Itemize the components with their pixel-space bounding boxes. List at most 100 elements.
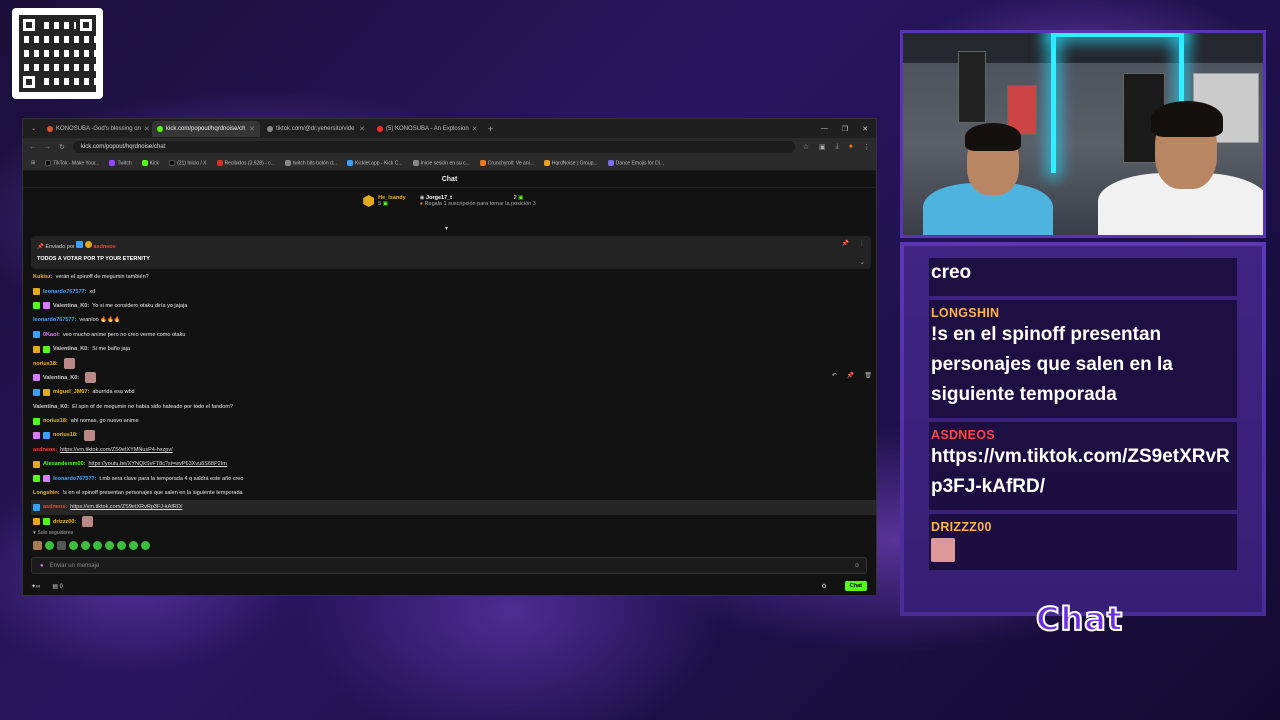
chat-message[interactable]: leonardo767577: t.mb sera clave para la t… (31, 471, 876, 485)
emote-icon[interactable] (129, 541, 138, 550)
chat-username[interactable]: Valentina_K0: (43, 375, 79, 381)
chat-username[interactable]: Alexandersm00: (43, 461, 86, 467)
leaderboard-first[interactable]: He_isandy 5 ▣ (363, 195, 406, 207)
bookmark-item[interactable]: Recibidos (3,628) - c... (216, 159, 275, 166)
new-tab-icon[interactable]: + (482, 124, 499, 134)
chat-message[interactable]: miguel_JM07: aburrida esa wbd (31, 385, 876, 399)
chat-username[interactable]: asdneos: (33, 447, 57, 453)
pin-message-icon[interactable]: 📌 (847, 372, 854, 379)
chat-message[interactable]: norius18: ahí nomas, go nuevo anime (31, 414, 876, 428)
browser-tab[interactable]: (5) KONOSUBA - An Explosion ✕ (372, 121, 480, 137)
url-field[interactable]: kick.com/popout/hqrdnoise/chat (72, 141, 795, 153)
chat-message[interactable]: leonardo767577: xd (31, 284, 876, 298)
chat-message[interactable]: Kukisz: verán el spinoff de megumin tambi… (31, 270, 876, 284)
browser-tab-active[interactable]: kick.com/popout/hqrdnoise/ch ✕ (152, 120, 261, 137)
chat-username[interactable]: norius18: (43, 418, 68, 424)
bookmark-item[interactable]: TikTok - Make Your... (45, 159, 99, 166)
chat-message[interactable]: leonardo767577: veanloo 🔥🔥🔥 (31, 313, 876, 327)
emote-icon[interactable] (81, 541, 90, 550)
chat-link[interactable]: https://youtu.be/XYNQkSvFT8c?si=wvP63Xvu… (89, 461, 227, 467)
chat-message[interactable]: Valentina_K0: Yo si me considero otaku di… (31, 299, 876, 313)
back-icon[interactable]: ← (29, 144, 36, 151)
emote-icon[interactable] (45, 541, 54, 550)
bookmark-item[interactable]: twitch bits botón d... (284, 159, 337, 166)
emote-icon[interactable] (93, 541, 102, 550)
collapse-arrow-icon[interactable]: ▾ (445, 225, 448, 232)
emote-icon[interactable] (57, 541, 66, 550)
pinned-message[interactable]: 📌 Enviado por asdneos TODOS A VOTAR POR … (31, 236, 871, 269)
chat-username[interactable]: 0Kaol: (43, 332, 60, 338)
chat-username[interactable]: Valentina_K0: (53, 346, 89, 352)
chat-message[interactable]: 0Kaol: veo mucho anime pero no creo verme… (31, 328, 876, 342)
more-icon[interactable]: ⋮ (859, 240, 865, 247)
emote-icon[interactable] (33, 541, 42, 550)
emote-icon[interactable] (141, 541, 150, 550)
kick-points-icon[interactable]: ✦∞ (31, 583, 40, 590)
settings-gear-icon[interactable]: ⚙ (821, 583, 826, 590)
forward-icon[interactable]: → (44, 144, 51, 151)
tab-search-icon[interactable]: ⌄ (27, 125, 40, 132)
emote-icon[interactable] (69, 541, 78, 550)
chat-username[interactable]: Longshin: (33, 490, 60, 496)
browser-tab[interactable]: tiktok.com/@dr.yenersito/vide ✕ (262, 121, 370, 137)
chat-username[interactable]: leonardo767577: (33, 317, 76, 323)
extension-icon[interactable]: ▣ (819, 143, 826, 151)
chat-message[interactable]: Alexandersm00: https://youtu.be/XYNQkSvFT… (31, 457, 876, 471)
chat-message[interactable]: Longshin: !s en el spinoff presentan pers… (31, 486, 876, 500)
leaderboard-second[interactable]: ◉ Jorge17_t 2 ▣ ● Regala 1 suscripción p… (420, 195, 536, 207)
chat-username[interactable]: Valentina_K0: (33, 404, 69, 410)
chat-message[interactable]: Valentina_K0: El spin of de megumin no ha… (31, 400, 876, 414)
chat-username[interactable]: norius18: (33, 361, 58, 367)
chat-username[interactable]: norius18: (53, 432, 78, 438)
unpin-icon[interactable]: 📌 (842, 240, 849, 247)
close-window-icon[interactable]: ✕ (862, 125, 868, 133)
chat-message[interactable]: Valentina_K0: (31, 371, 876, 385)
bookmark-item[interactable]: Crunchyroll: Ve ani... (479, 159, 534, 166)
chat-message[interactable]: asdneos: https://vm.tiktok.com/ZS9etXYMNu… (31, 443, 876, 457)
maximize-icon[interactable]: ❐ (842, 125, 848, 133)
bookmark-item[interactable]: Inicie sesión en su c... (412, 159, 470, 166)
bookmark-item[interactable]: HqrdNoise | Group... (543, 159, 598, 166)
chat-username[interactable]: asdneos: (43, 504, 67, 510)
chat-link[interactable]: https://vm.tiktok.com/ZS9etXYMNusP4-hxzp… (60, 447, 172, 453)
bookmark-item[interactable]: (21) Inicio / X (169, 159, 207, 166)
chat-username[interactable]: leonardo767577: (53, 476, 96, 482)
chat-username[interactable]: Kukisz: (33, 274, 53, 280)
chat-link[interactable]: https://vm.tiktok.com/ZS9etXRvRp3FJ-kAfR… (70, 504, 182, 510)
bookmark-item[interactable]: Kicklet.app - Kick C... (347, 159, 403, 166)
tab-close-icon[interactable]: ✕ (359, 125, 365, 133)
reload-icon[interactable]: ↻ (59, 143, 65, 151)
chat-message[interactable]: norius18: (31, 356, 876, 370)
chat-message[interactable]: asdneos: https://vm.tiktok.com/ZS9etXRvRp… (31, 500, 876, 515)
browser-tab[interactable]: KONOSUBA -God's blessing on ✕ (42, 121, 150, 137)
download-icon[interactable]: ⤓ (836, 143, 839, 151)
bookmark-item[interactable]: Dance Emojis for Di... (607, 159, 664, 166)
profile-icon[interactable]: ● (849, 143, 853, 151)
emote-icon[interactable] (105, 541, 114, 550)
bookmark-item[interactable]: Kick (141, 159, 159, 166)
chat-username[interactable]: miguel_JM07: (53, 389, 89, 395)
tab-close-icon[interactable]: ✕ (472, 125, 478, 133)
chat-message[interactable]: norius18: (31, 428, 876, 442)
chat-username[interactable]: drizzz00: (53, 519, 76, 525)
apps-grid-icon[interactable]: ⊞ (31, 160, 35, 166)
emote-icon[interactable] (117, 541, 126, 550)
mic-icon[interactable]: ● (40, 563, 44, 569)
expand-chevron-icon[interactable]: ⌄ (859, 258, 865, 266)
tab-close-icon[interactable]: ✕ (249, 125, 255, 133)
minimize-icon[interactable]: — (821, 125, 828, 133)
message-input[interactable]: ● Enviar un mensaje ☺ (31, 557, 867, 574)
chat-message[interactable]: Valentina_K0: Si me baño jaja (31, 342, 876, 356)
chat-message[interactable]: drizzz00: (31, 515, 876, 529)
tab-close-icon[interactable]: ✕ (144, 125, 150, 133)
emoji-icon[interactable]: ☺ (854, 563, 860, 569)
bookmark-item[interactable]: Twitch (109, 159, 132, 166)
chat-username[interactable]: leonardo767577: (43, 289, 86, 295)
send-chat-button[interactable]: Chat (844, 581, 867, 591)
menu-dots-icon[interactable]: ⋮ (863, 143, 870, 151)
delete-icon[interactable]: 🗑 (864, 372, 872, 379)
bookmark-star-icon[interactable]: ☆ (803, 143, 809, 151)
reply-icon[interactable]: ↶ (832, 372, 837, 379)
chat-username[interactable]: Valentina_K0: (53, 303, 89, 309)
chat-footer: ✦∞ ▤ 0 ⚙ Chat (31, 580, 867, 592)
